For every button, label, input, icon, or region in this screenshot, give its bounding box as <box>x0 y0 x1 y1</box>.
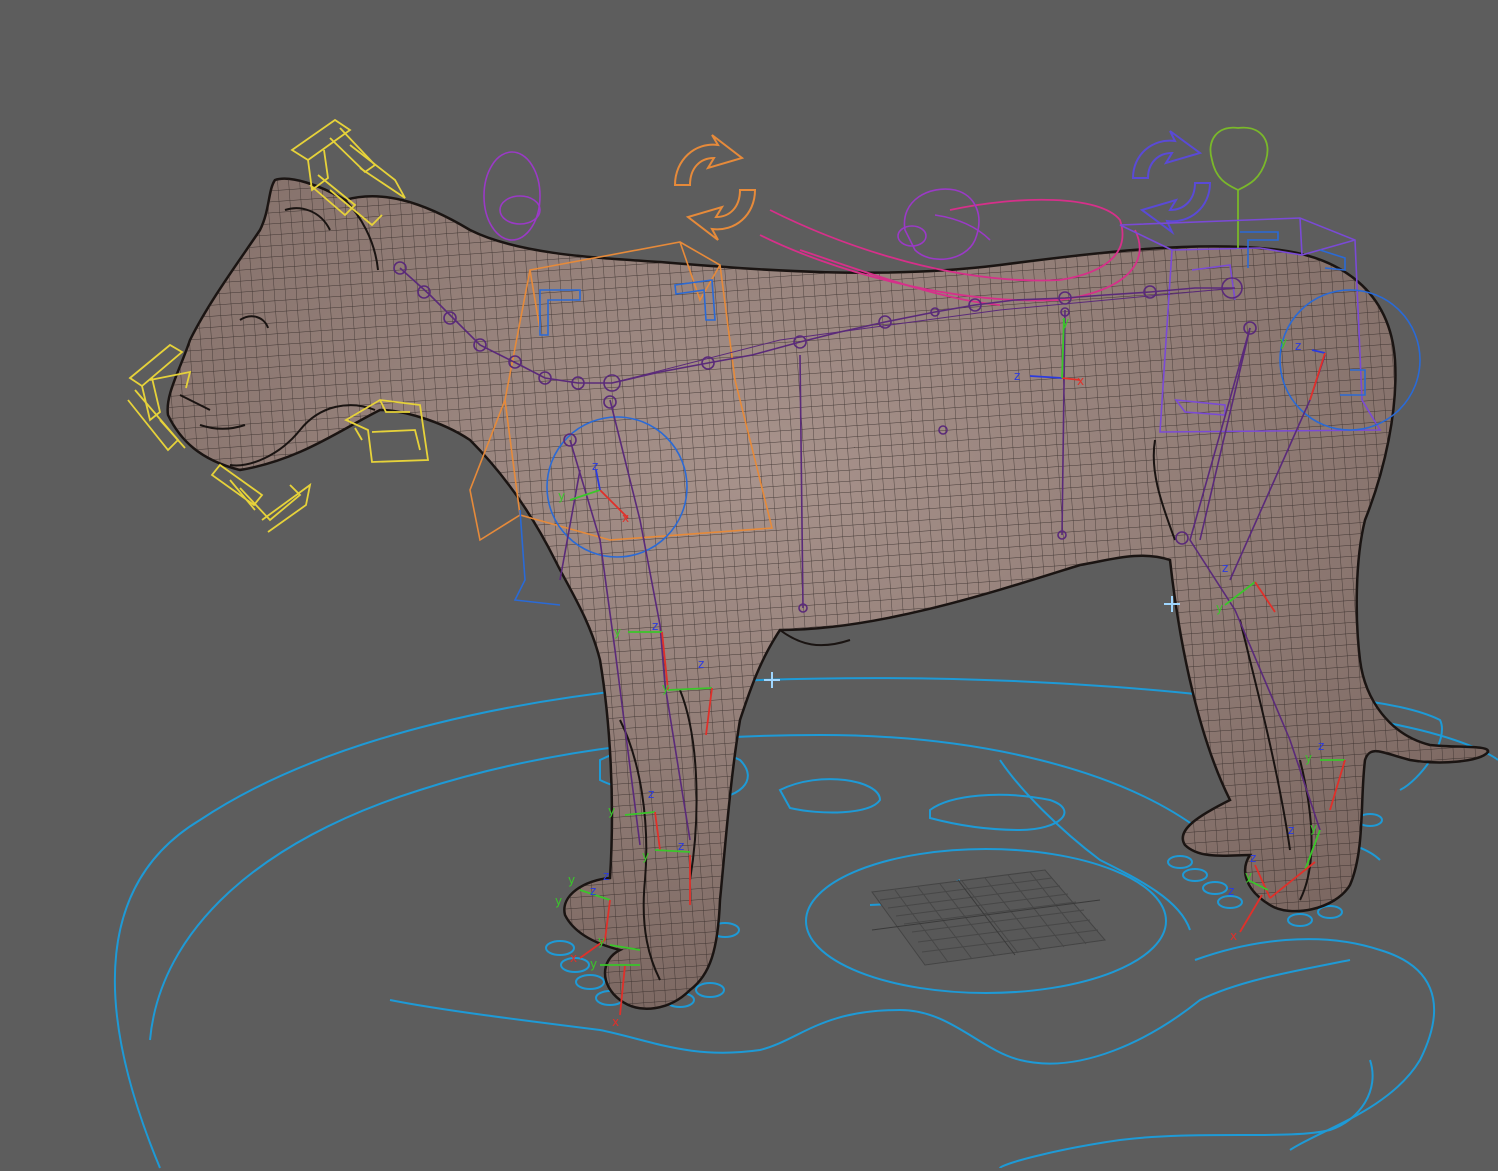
jaw-control[interactable] <box>210 463 312 533</box>
axis-label-z: z <box>1295 339 1301 353</box>
axis-label-y: y <box>558 489 565 503</box>
lion-mesh[interactable] <box>166 177 1490 1010</box>
spine-pivot-control[interactable] <box>897 188 991 261</box>
axis-label-z: z <box>1014 369 1020 383</box>
axis-label-x: x <box>1077 374 1084 388</box>
axis-label-z: z <box>590 884 596 898</box>
axis-label-x: x <box>622 511 629 525</box>
axis-label-y: y <box>608 804 615 818</box>
ground-grid <box>871 869 1106 966</box>
axis-label-y: y <box>590 957 597 971</box>
axis-label-x: x <box>612 1015 619 1029</box>
axis-label-y: y <box>568 873 575 887</box>
axis-label-z: z <box>1318 739 1324 753</box>
axis-label-z: z <box>1222 561 1228 575</box>
ik-rotate-icon-front[interactable] <box>673 134 757 241</box>
axis-label-z: z <box>1250 851 1256 865</box>
axis-label-z: z <box>652 619 658 633</box>
locator-cross[interactable] <box>764 672 780 688</box>
axis-label-z: z <box>698 657 704 671</box>
axis-label-z: z <box>592 459 598 473</box>
axis-label-y: y <box>1245 869 1252 883</box>
axis-label-z: z <box>1228 884 1234 898</box>
axis-label-x: x <box>570 951 577 965</box>
axis-label-x: x <box>1230 929 1237 943</box>
axis-label-y: y <box>598 934 605 948</box>
head-pivot-control[interactable] <box>483 151 541 241</box>
axis-label-z: z <box>1288 823 1294 837</box>
axis-label-y: y <box>1310 821 1317 835</box>
axis-label-z: z <box>648 787 654 801</box>
axis-label-y: y <box>662 681 669 695</box>
axis-label-y: y <box>642 849 649 863</box>
viewport-canvas[interactable]: z x y y x z y z y z z y y z y z y z x y … <box>0 0 1498 1171</box>
3d-viewport[interactable]: z x y y x z y z y z z y y z y z y z x y … <box>0 0 1498 1171</box>
axis-label-y: y <box>555 894 562 908</box>
axis-label-y: y <box>1305 751 1312 765</box>
axis-label-z: z <box>603 869 609 883</box>
axis-label-y: y <box>614 625 621 639</box>
axis-label-z: z <box>678 839 684 853</box>
axis-label-y: y <box>1062 315 1069 329</box>
axis-label-y: y <box>1216 601 1223 615</box>
axis-label-y: y <box>1280 335 1287 349</box>
ik-rotate-icon-back[interactable] <box>1131 130 1212 236</box>
